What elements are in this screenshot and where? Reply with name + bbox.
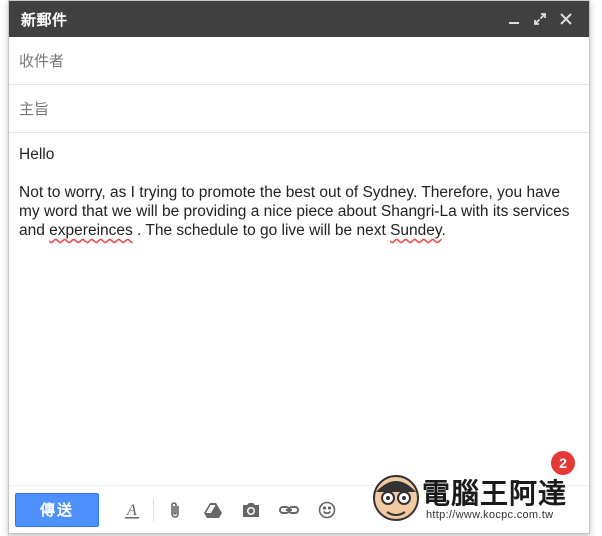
compose-window: 新郵件 收件者 主旨 Hello Not to worry, as I tryi… — [8, 0, 590, 534]
watermark-logo: 電腦王阿達 http://www.kocpc.com.tw — [370, 470, 582, 530]
message-paragraph: Not to worry, as I trying to promote the… — [19, 183, 579, 240]
paragraph-text-3: . — [441, 222, 446, 239]
emoji-icon[interactable] — [308, 494, 346, 526]
mascot-icon — [373, 475, 419, 521]
minimize-icon[interactable] — [501, 6, 527, 32]
link-icon[interactable] — [270, 494, 308, 526]
message-body[interactable]: Hello Not to worry, as I trying to promo… — [9, 133, 589, 473]
compose-titlebar[interactable]: 新郵件 — [9, 1, 589, 37]
misspelled-word-1[interactable]: expereinces — [49, 222, 133, 239]
formatting-icon[interactable]: A — [113, 494, 151, 526]
expand-icon[interactable] — [527, 6, 553, 32]
recipients-placeholder: 收件者 — [19, 53, 65, 70]
subject-field[interactable]: 主旨 — [9, 85, 589, 133]
misspelled-word-2[interactable]: Sundey — [390, 222, 441, 239]
watermark-url: http://www.kocpc.com.tw — [426, 509, 554, 521]
attach-icon[interactable] — [156, 494, 194, 526]
photo-icon[interactable] — [232, 494, 270, 526]
watermark-brand: 電腦王阿達 — [422, 477, 568, 510]
subject-placeholder: 主旨 — [19, 101, 50, 118]
toolbar-divider — [153, 498, 154, 521]
svg-text:A: A — [126, 502, 137, 519]
drive-icon[interactable] — [194, 494, 232, 526]
send-button[interactable]: 傳送 — [15, 492, 99, 527]
greeting-line: Hello — [19, 146, 55, 163]
recipients-field[interactable]: 收件者 — [9, 37, 589, 85]
compose-title: 新郵件 — [21, 11, 68, 29]
paragraph-text-2: . The schedule to go live will be next — [132, 222, 391, 239]
close-icon[interactable] — [553, 6, 579, 32]
